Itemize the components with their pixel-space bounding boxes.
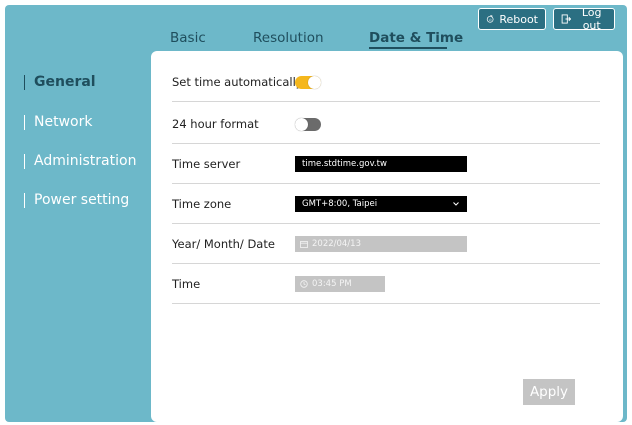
time-server-row: Time server time.stdtime.gov.tw xyxy=(172,144,600,184)
time-server-input[interactable]: time.stdtime.gov.tw xyxy=(295,156,467,172)
hour24-row: 24 hour format xyxy=(172,104,600,144)
date-value: 2022/04/13 xyxy=(312,239,361,249)
hour24-toggle[interactable] xyxy=(295,118,321,131)
clock-icon xyxy=(300,280,308,288)
sidebar-marker xyxy=(24,153,25,169)
time-server-label: Time server xyxy=(172,157,241,171)
tab-resolution[interactable]: Resolution xyxy=(253,30,324,46)
time-row: Time 03:45 PM xyxy=(172,264,600,304)
time-value: 03:45 PM xyxy=(312,279,352,289)
chevron-down-icon xyxy=(453,202,459,206)
hour24-label: 24 hour format xyxy=(172,117,259,131)
time-input[interactable]: 03:45 PM xyxy=(295,276,385,292)
svg-text:⏻: ⏻ xyxy=(489,18,492,22)
sidebar-item-power-setting[interactable]: Power setting xyxy=(24,192,129,208)
auto-time-label: Set time automatically xyxy=(172,75,303,89)
sidebar-item-network[interactable]: Network xyxy=(24,114,92,130)
time-zone-label: Time zone xyxy=(172,197,232,211)
sidebar-item-administration[interactable]: Administration xyxy=(24,153,136,169)
date-input[interactable]: 2022/04/13 xyxy=(295,236,467,252)
settings-panel: Set time automatically 24 hour format Ti… xyxy=(151,51,623,422)
toggle-knob xyxy=(308,76,321,89)
sidebar-marker xyxy=(24,192,25,208)
time-zone-select[interactable]: GMT+8:00, Taipei xyxy=(295,196,467,212)
logout-icon xyxy=(561,14,572,24)
reboot-button[interactable]: ⏻ Reboot xyxy=(478,8,546,30)
apply-button[interactable]: Apply xyxy=(523,379,575,405)
tab-basic[interactable]: Basic xyxy=(170,30,206,46)
date-row: Year/ Month/ Date 2022/04/13 xyxy=(172,224,600,264)
time-zone-value: GMT+8:00, Taipei xyxy=(302,199,378,209)
sidebar-item-general[interactable]: General xyxy=(24,74,96,90)
tab-date-time[interactable]: Date & Time xyxy=(369,30,463,46)
auto-time-row: Set time automatically xyxy=(172,62,600,102)
sidebar-item-label: Power setting xyxy=(34,192,130,208)
sidebar-item-label: Administration xyxy=(34,153,137,169)
toggle-knob xyxy=(295,118,308,131)
reboot-label: Reboot xyxy=(499,12,538,26)
time-label: Time xyxy=(172,277,201,291)
sidebar-marker xyxy=(24,74,25,90)
calendar-icon xyxy=(300,241,308,248)
sidebar-marker xyxy=(24,114,25,130)
date-label: Year/ Month/ Date xyxy=(172,237,275,251)
sidebar-item-label: Network xyxy=(34,114,93,130)
reboot-icon: ⏻ xyxy=(486,15,494,23)
logout-button[interactable]: Log out xyxy=(553,6,615,32)
time-zone-row: Time zone GMT+8:00, Taipei xyxy=(172,184,600,224)
sidebar-item-label: General xyxy=(34,74,96,90)
auto-time-toggle[interactable] xyxy=(295,76,321,89)
active-tab-indicator xyxy=(369,47,447,49)
logout-label: Log out xyxy=(581,6,602,32)
